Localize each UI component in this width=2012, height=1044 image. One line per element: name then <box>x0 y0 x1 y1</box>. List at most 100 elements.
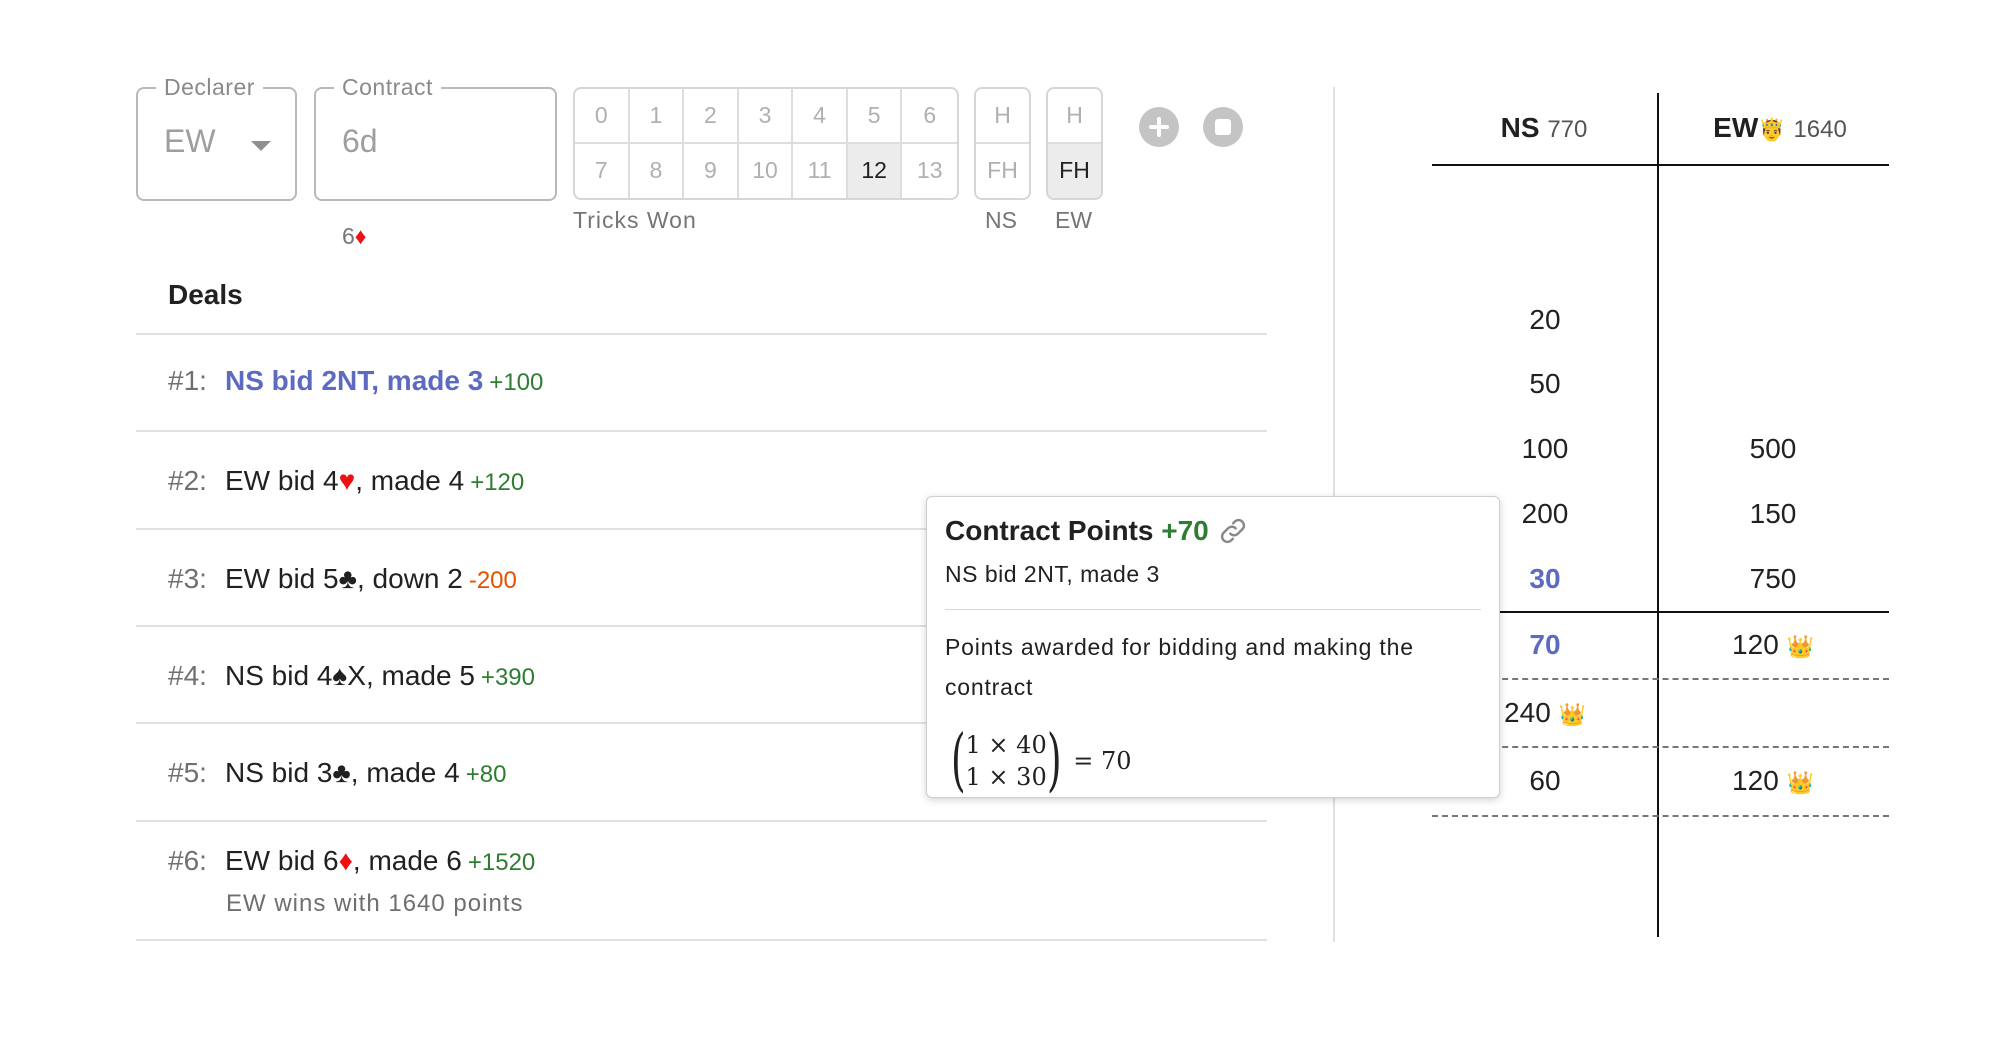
game-line <box>1432 746 1889 748</box>
add-deal-button[interactable] <box>1139 107 1179 147</box>
ns-full-honors-button[interactable]: FH <box>976 144 1029 199</box>
deal-row[interactable]: #6: EW bid 6♦, made 6 +1520 <box>168 843 535 881</box>
prince-badge-icon: 🤴 <box>1758 117 1786 142</box>
stop-icon <box>1215 119 1231 135</box>
ns-above-score: 50 <box>1529 368 1561 399</box>
trick-button[interactable]: 0 <box>575 89 630 144</box>
stop-button[interactable] <box>1203 107 1243 147</box>
trick-button[interactable]: 5 <box>847 89 903 144</box>
trick-button[interactable]: 13 <box>902 144 957 199</box>
trick-button[interactable]: 6 <box>902 89 957 144</box>
deal-row[interactable]: #4: NS bid 4♠X, made 5 +390 <box>168 658 535 696</box>
deal-number: #4: <box>168 660 207 691</box>
trick-button[interactable]: 2 <box>684 89 739 144</box>
popover-formula: ( 1 × 40 1 × 30 ) = 70 <box>945 721 1132 800</box>
deal-points: +120 <box>470 469 525 496</box>
contract-label: Contract <box>334 72 441 102</box>
deal-text: EW bid 5 <box>225 563 339 594</box>
formula-close-paren: ) <box>1046 721 1062 800</box>
trick-button[interactable]: 9 <box>684 143 739 198</box>
ns-team-name: NS <box>1500 112 1540 143</box>
deal-number: #3: <box>168 563 207 594</box>
deal-text: NS bid 4 <box>225 660 333 691</box>
club-suit-icon: ♣ <box>332 757 351 788</box>
score-header-line <box>1432 164 1889 166</box>
formula-row: 1 × 30 <box>965 763 1047 791</box>
divider <box>136 939 1267 941</box>
ns-below-value: 240 <box>1504 697 1551 728</box>
divider <box>136 430 1267 432</box>
ew-full-honors-button[interactable]: FH <box>1048 143 1101 198</box>
trick-button[interactable]: 1 <box>629 89 685 144</box>
trick-button[interactable]: 8 <box>630 143 685 198</box>
deal-text: EW bid 6 <box>225 845 339 876</box>
formula-row: 1 × 40 <box>965 731 1047 759</box>
ns-honors-button[interactable]: H <box>976 89 1029 144</box>
ew-above-score: 150 <box>1749 498 1797 529</box>
game-line <box>1432 678 1889 680</box>
ns-above-score: 20 <box>1529 304 1561 335</box>
ew-above-score: 500 <box>1749 433 1797 464</box>
contract-points-popover: Contract Points +70 NS bid 2NT, made 3 P… <box>926 496 1500 798</box>
link-icon[interactable] <box>1217 515 1249 547</box>
deals-heading: Deals <box>168 279 243 310</box>
deal-number: #2: <box>168 465 207 496</box>
deal-points: +390 <box>480 664 535 691</box>
deal-row[interactable]: #1: NS bid 2NT, made 3 +100 <box>168 363 543 401</box>
trick-button[interactable]: 4 <box>793 89 848 144</box>
deal-text: EW bid 4 <box>225 465 339 496</box>
dropdown-arrow-icon[interactable] <box>251 141 271 151</box>
trick-button[interactable]: 3 <box>738 89 794 144</box>
divider <box>136 333 1267 335</box>
popover-title: Contract Points +70 <box>945 513 1209 549</box>
deal-row[interactable]: #2: EW bid 4♥, made 4 +120 <box>168 463 524 501</box>
ew-score-header: EW🤴 1640 <box>1680 110 1880 148</box>
ns-total: 770 <box>1547 116 1588 143</box>
trick-button[interactable]: 11 <box>793 143 848 198</box>
ew-team-name: EW <box>1713 112 1759 143</box>
formula-open-paren: ( <box>950 721 966 800</box>
deal-number: #5: <box>168 757 207 788</box>
deal-points: -200 <box>468 567 517 594</box>
declarer-label: Declarer <box>156 72 263 102</box>
ns-score-header: NS 770 <box>1462 110 1626 148</box>
popover-points: +70 <box>1161 515 1209 546</box>
heart-suit-icon: ♥ <box>338 465 356 496</box>
ns-honors-toggle: H FH <box>974 87 1031 200</box>
divider <box>136 820 1267 822</box>
contract-helper-level: 6 <box>342 223 355 249</box>
game-line <box>1432 815 1889 817</box>
ew-below-value: 120 <box>1732 765 1779 796</box>
trick-button[interactable]: 10 <box>739 143 794 198</box>
club-suit-icon: ♣ <box>338 563 357 594</box>
deal-result: X, made 5 <box>347 660 475 691</box>
spade-suit-icon: ♠ <box>332 660 348 691</box>
trick-button[interactable]: 7 <box>575 143 630 198</box>
contract-input[interactable]: Contract 6d <box>314 72 557 201</box>
ew-honors-button[interactable]: H <box>1048 89 1101 144</box>
score-center-line <box>1657 93 1659 937</box>
deal-text: NS bid 2NT, made 3 <box>225 365 484 396</box>
crown-icon: 👑 <box>1786 634 1814 659</box>
contract-helper-text: 6♦ <box>342 221 367 251</box>
popover-subtitle: NS bid 2NT, made 3 <box>945 561 1160 587</box>
trick-button-selected[interactable]: 12 <box>847 143 903 198</box>
ew-below-score: 120 👑 <box>1693 627 1853 665</box>
declarer-value: EW <box>164 123 216 159</box>
popover-description: Points awarded for bidding and making th… <box>945 634 1414 700</box>
ew-total: 1640 <box>1793 116 1847 143</box>
tricks-won-caption: Tricks Won <box>573 207 697 233</box>
ew-below-value: 120 <box>1732 629 1779 660</box>
deal-number: #1: <box>168 365 207 396</box>
score-main-line <box>1432 611 1889 613</box>
deal-row[interactable]: #5: NS bid 3♣, made 4 +80 <box>168 755 506 793</box>
ew-honors-caption: EW <box>1055 207 1093 233</box>
deal-number: #6: <box>168 845 207 876</box>
deal-points: +1520 <box>467 849 536 876</box>
deal-row[interactable]: #3: EW bid 5♣, down 2 -200 <box>168 561 517 599</box>
crown-icon: 👑 <box>1558 702 1586 727</box>
deal-result: , made 6 <box>352 845 462 876</box>
deal-winner-note: EW wins with 1640 points <box>226 890 524 917</box>
declarer-select[interactable]: Declarer EW <box>136 72 297 201</box>
popover-title-text: Contract Points <box>945 515 1154 546</box>
